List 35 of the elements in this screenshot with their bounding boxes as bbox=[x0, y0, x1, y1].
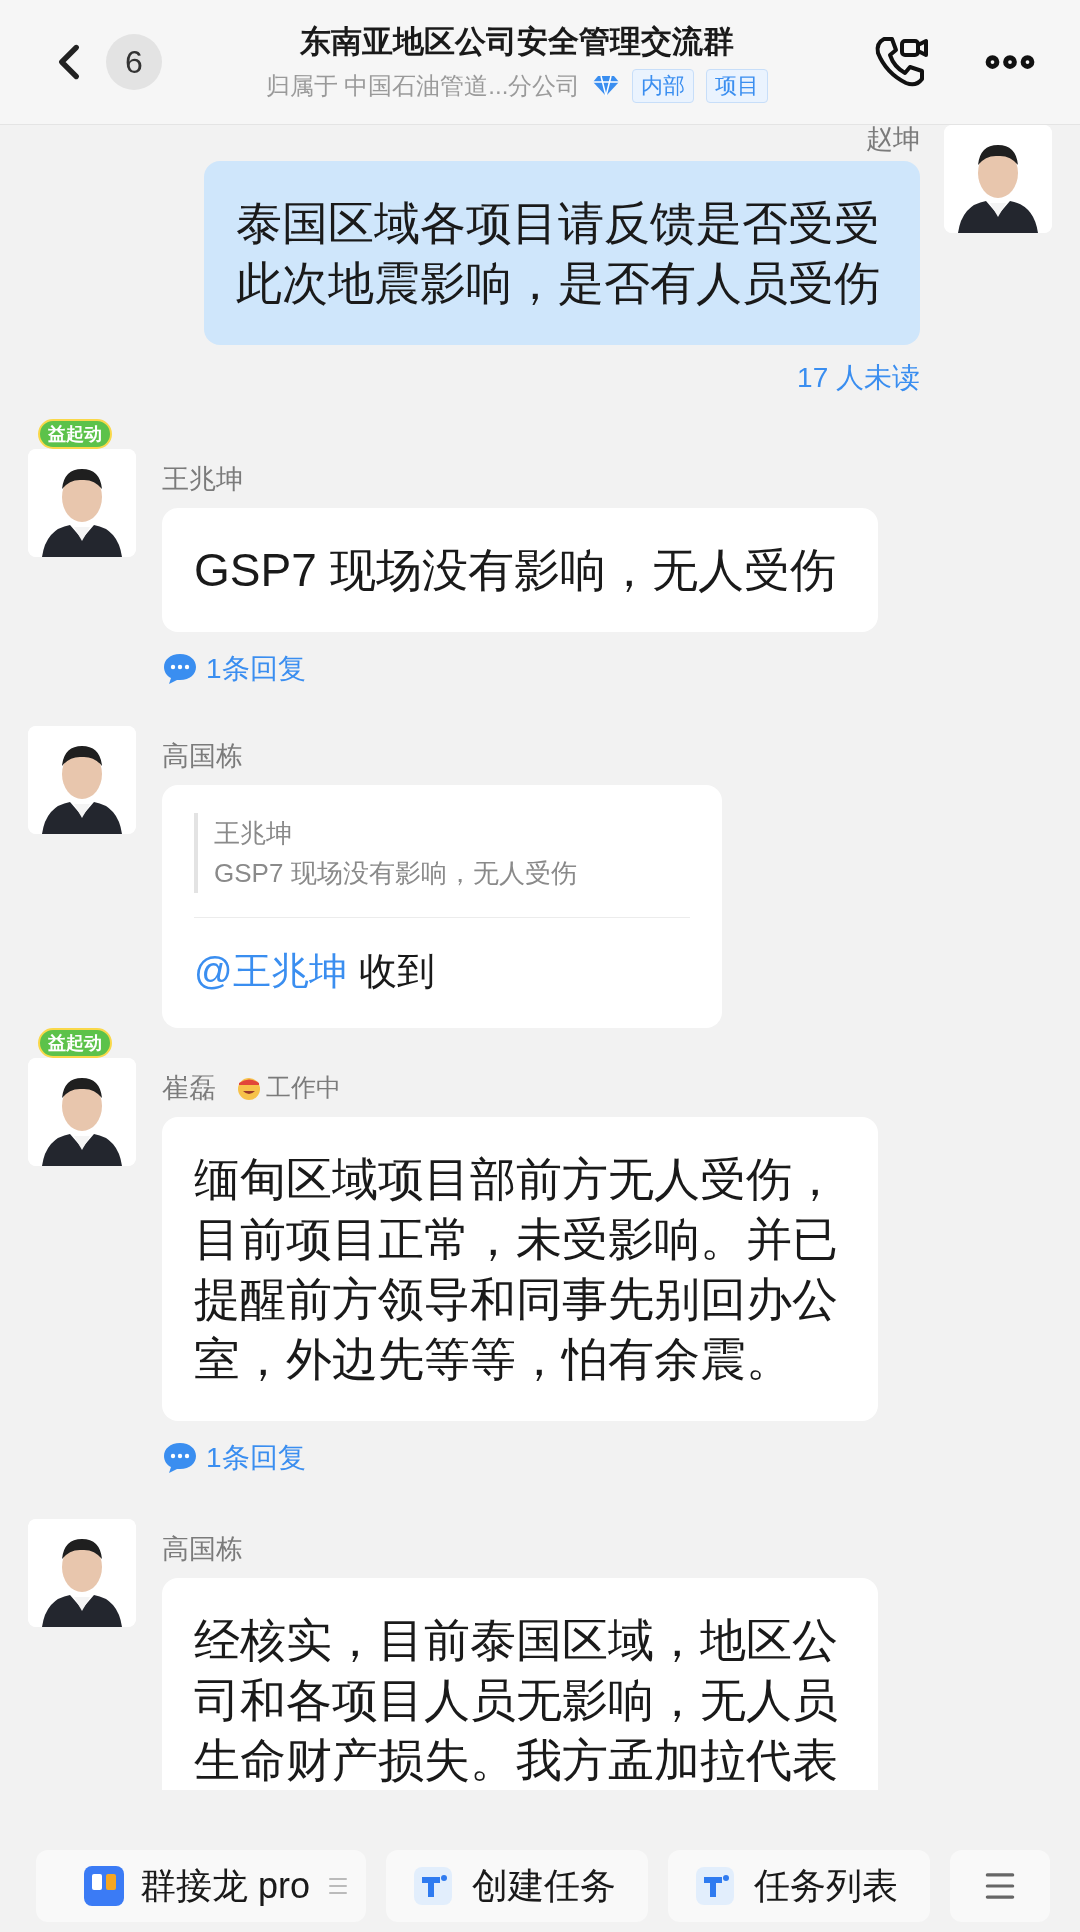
mention-link[interactable]: @王兆坤 bbox=[194, 946, 347, 996]
quoted-message: GSP7 现场没有影响，无人受伤 bbox=[214, 857, 578, 890]
comment-icon bbox=[162, 1441, 198, 1475]
unread-badge: 6 bbox=[106, 34, 162, 90]
reply-count-link[interactable]: 1条回复 bbox=[206, 1437, 306, 1479]
message-text: 收到 bbox=[358, 949, 435, 994]
diamond-icon bbox=[592, 74, 621, 98]
task-icon bbox=[414, 1867, 452, 1905]
sender-name: 高国栋 bbox=[162, 1532, 243, 1566]
chat-subtitle: 归属于 中国石油管道...分公司 bbox=[265, 71, 581, 101]
comment-icon bbox=[162, 652, 198, 686]
message-text: 泰国区域各项目请反馈是否受受此次地震影响，是否有人员受伤 bbox=[236, 196, 881, 311]
work-status: 工作中 bbox=[266, 1072, 341, 1104]
reply-count-link[interactable]: 1条回复 bbox=[206, 648, 306, 690]
app-icon bbox=[84, 1866, 124, 1906]
toolbar-app-button[interactable]: 群接龙 pro bbox=[36, 1850, 366, 1922]
message-text: 经核实，目前泰国区域，地区公司和各项目人员无影响，无人员生命财产损失。我方孟加拉代表 bbox=[194, 1613, 839, 1788]
more-tools-button[interactable] bbox=[950, 1850, 1050, 1922]
toolbar-task-button[interactable]: 任务列表 bbox=[668, 1850, 930, 1922]
sender-name: 王兆坤 bbox=[162, 462, 243, 496]
message-text: 缅甸区域项目部前方无人受伤，目前项目正常，未受影响。并已提醒前方领导和同事先别回办公室，外边先等等，怕有余震。 bbox=[194, 1152, 839, 1387]
quoted-sender: 王兆坤 bbox=[214, 817, 293, 850]
sender-name: 高国栋 bbox=[162, 739, 243, 773]
task-icon bbox=[696, 1867, 734, 1905]
sender-name: 赵坤 bbox=[866, 125, 920, 156]
unread-count-link[interactable]: 17 人未读 bbox=[797, 357, 920, 399]
chat-title: 东南亚地区公司安全管理交流群 bbox=[300, 23, 734, 61]
toolbar-task-button[interactable]: 创建任务 bbox=[386, 1850, 648, 1922]
avatar-frame-badge: 益起动 bbox=[38, 419, 112, 449]
sender-name: 崔磊 bbox=[162, 1071, 216, 1105]
group-tag: 项目 bbox=[706, 69, 769, 103]
smiling-emoji-icon bbox=[236, 1075, 262, 1101]
message-text: GSP7 现场没有影响，无人受伤 bbox=[194, 543, 837, 598]
avatar-frame-badge: 益起动 bbox=[38, 1028, 112, 1058]
group-tag: 内部 bbox=[632, 69, 695, 103]
